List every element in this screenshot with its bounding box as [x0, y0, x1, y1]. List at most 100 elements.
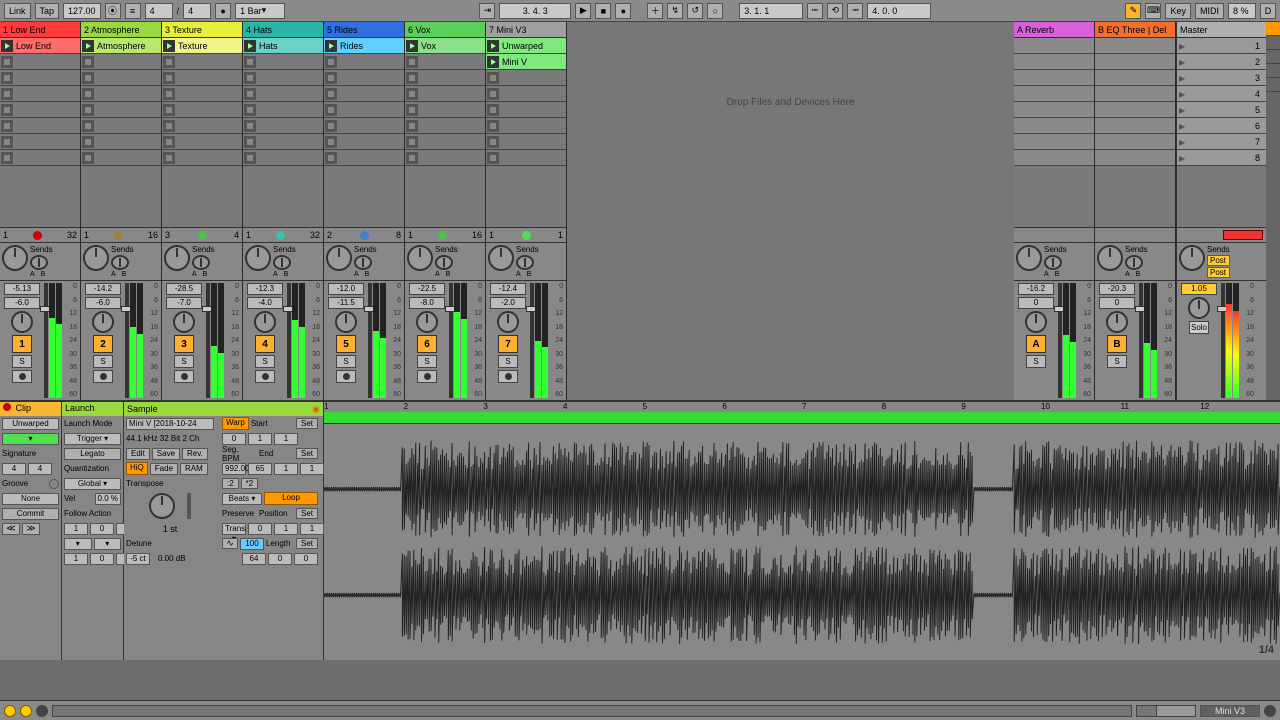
volume-value[interactable]: -12.3: [247, 283, 283, 295]
empty-clip-slot[interactable]: [81, 102, 161, 118]
empty-clip-slot[interactable]: [243, 54, 323, 70]
send-value[interactable]: 0: [1018, 297, 1054, 309]
send-a-knob[interactable]: [1179, 245, 1205, 271]
timesig-num[interactable]: 4: [145, 3, 173, 19]
scene-play-icon[interactable]: [1179, 57, 1189, 67]
pan-knob[interactable]: [1025, 311, 1047, 333]
clip-slot[interactable]: Unwarped: [486, 38, 566, 54]
clip-name-field[interactable]: Unwarped: [2, 418, 59, 430]
scene-play-icon[interactable]: [1179, 121, 1189, 131]
send-b-knob[interactable]: [435, 255, 453, 270]
pos-set-button[interactable]: Set: [296, 508, 318, 519]
empty-clip-slot[interactable]: [324, 86, 404, 102]
scene-slot[interactable]: 1: [1177, 38, 1266, 54]
hiq-button[interactable]: HiQ: [126, 462, 148, 475]
io-section-toggle[interactable]: [1266, 22, 1280, 36]
post-button[interactable]: Post: [1207, 255, 1230, 266]
send-a-knob[interactable]: [2, 245, 28, 271]
record-arm-button[interactable]: [12, 370, 32, 383]
clip-stop-icon[interactable]: [406, 152, 418, 164]
nudge-back-button[interactable]: ≪: [2, 523, 20, 535]
track-activator[interactable]: 2: [93, 335, 113, 353]
track-activator[interactable]: 6: [417, 335, 437, 353]
tap-button[interactable]: Tap: [35, 3, 60, 19]
disk-overload-icon[interactable]: D: [1260, 3, 1276, 19]
drop-zone[interactable]: Drop Files and Devices Here: [567, 22, 1014, 400]
empty-clip-slot[interactable]: [324, 118, 404, 134]
empty-clip-slot[interactable]: [0, 118, 80, 134]
record-arm-button[interactable]: [255, 370, 275, 383]
record-arm-button[interactable]: [93, 370, 113, 383]
show-hide-io-icon[interactable]: [36, 705, 48, 717]
crossfade-section-toggle[interactable]: [1266, 78, 1280, 92]
volume-value[interactable]: -5.13: [4, 283, 40, 295]
track-status[interactable]: 116: [81, 227, 161, 242]
sample-hotswap-icon[interactable]: ◉: [312, 404, 320, 415]
pan-knob[interactable]: [11, 311, 33, 333]
end-a[interactable]: 65: [248, 463, 272, 475]
clip-slot[interactable]: Rides: [324, 38, 404, 54]
clip-stop-icon[interactable]: [1, 88, 13, 100]
send-b-knob[interactable]: [192, 255, 210, 270]
send-value[interactable]: 0: [1099, 297, 1135, 309]
clip-slot[interactable]: Texture: [162, 38, 242, 54]
show-hide-detail-icon[interactable]: [1264, 705, 1276, 717]
start-b[interactable]: 1: [248, 433, 272, 445]
empty-clip-slot[interactable]: [81, 150, 161, 166]
scene-play-icon[interactable]: [1179, 73, 1189, 83]
clip-color[interactable]: ▾: [2, 433, 59, 445]
track-header[interactable]: 1 Low End: [0, 22, 80, 38]
clip-stop-icon[interactable]: [82, 120, 94, 132]
empty-clip-slot[interactable]: [405, 102, 485, 118]
bars-icon[interactable]: ≡: [125, 3, 141, 19]
groove-menu[interactable]: None: [2, 493, 59, 505]
clip-play-icon[interactable]: [325, 40, 337, 52]
end-b[interactable]: 1: [274, 463, 298, 475]
send-a-knob[interactable]: [1016, 245, 1042, 271]
len-b[interactable]: 0: [268, 553, 292, 565]
empty-clip-slot[interactable]: [324, 102, 404, 118]
empty-clip-slot[interactable]: [162, 70, 242, 86]
clip-stop-icon[interactable]: [325, 72, 337, 84]
pan-knob[interactable]: [173, 311, 195, 333]
empty-clip-slot[interactable]: [324, 54, 404, 70]
clip-play-icon[interactable]: [487, 56, 499, 68]
key-map-button[interactable]: Key: [1165, 3, 1191, 19]
volume-fader[interactable]: [1221, 283, 1225, 398]
clip-stop-icon[interactable]: [487, 152, 499, 164]
track-status[interactable]: 34: [162, 227, 242, 242]
empty-clip-slot[interactable]: [0, 102, 80, 118]
scene-play-icon[interactable]: [1179, 41, 1189, 51]
volume-value[interactable]: -28.5: [166, 283, 202, 295]
pos-b[interactable]: 1: [274, 523, 298, 535]
mixer-section-toggle[interactable]: [1266, 64, 1280, 78]
pan-knob[interactable]: [92, 311, 114, 333]
fa-action-a[interactable]: ▾: [64, 538, 92, 550]
play-button[interactable]: ▶: [575, 3, 591, 19]
empty-clip-slot[interactable]: [486, 70, 566, 86]
clip-stop-icon[interactable]: [1, 152, 13, 164]
reenable-automation-icon[interactable]: ↺: [687, 3, 703, 19]
empty-clip-slot[interactable]: [486, 150, 566, 166]
volume-value[interactable]: -12.0: [328, 283, 364, 295]
fa-action-b[interactable]: ▾: [94, 538, 122, 550]
track-activator[interactable]: 7: [498, 335, 518, 353]
track-status[interactable]: 116: [405, 227, 485, 242]
send-value[interactable]: -6.0: [85, 297, 121, 309]
clip-stop-icon[interactable]: [244, 136, 256, 148]
empty-clip-slot[interactable]: [162, 150, 242, 166]
clip-play-icon[interactable]: [1, 40, 13, 52]
commit-button[interactable]: Commit: [2, 508, 59, 520]
volume-fader[interactable]: [44, 283, 48, 398]
clip-stop-icon[interactable]: [163, 120, 175, 132]
fade-button[interactable]: Fade: [150, 463, 178, 475]
clip-play-icon[interactable]: [82, 40, 94, 52]
send-a-knob[interactable]: [326, 245, 352, 271]
clip-stop-icon[interactable]: [163, 104, 175, 116]
preserve-menu[interactable]: Trans ▾: [222, 523, 246, 535]
metronome-toggle[interactable]: ●: [215, 3, 231, 19]
empty-clip-slot[interactable]: [243, 70, 323, 86]
empty-clip-slot[interactable]: [243, 118, 323, 134]
return-track-header[interactable]: B EQ Three | Del: [1095, 22, 1175, 38]
track-status[interactable]: [1177, 227, 1266, 242]
